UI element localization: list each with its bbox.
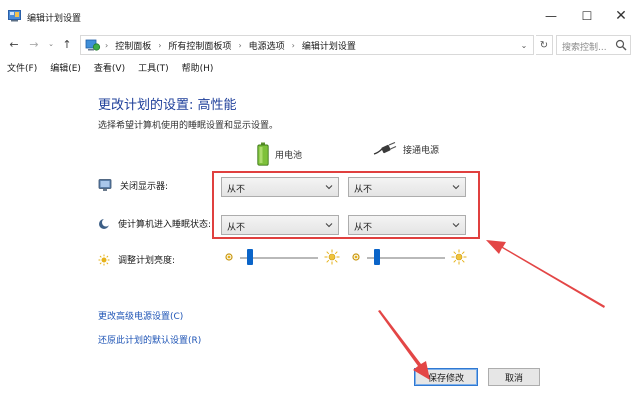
address-bar[interactable]: › 控制面板 › 所有控制面板项 › 电源选项 › 编辑计划设置 ⌄ bbox=[80, 35, 534, 55]
sleep-label: 使计算机进入睡眠状态: bbox=[118, 220, 212, 230]
breadcrumb-separator: › bbox=[105, 41, 109, 50]
brightness-battery-slider[interactable] bbox=[224, 248, 342, 268]
back-button[interactable]: ← bbox=[7, 37, 21, 51]
turn-off-display-row-label: 关闭显示器: bbox=[98, 178, 168, 192]
advanced-power-settings-link[interactable]: 更改高级电源设置(C) bbox=[98, 309, 183, 322]
control-panel-app-icon bbox=[8, 10, 21, 22]
sleep-row-label: 使计算机进入睡眠状态: bbox=[98, 217, 211, 230]
breadcrumb-all-items[interactable]: 所有控制面板项 bbox=[168, 39, 231, 52]
annotation-highlight-box bbox=[212, 171, 480, 239]
menu-file[interactable]: 文件(F) bbox=[7, 60, 37, 78]
sleep-moon-icon bbox=[99, 218, 110, 229]
power-plug-icon bbox=[373, 142, 397, 155]
refresh-button[interactable]: ↻ bbox=[536, 35, 553, 55]
breadcrumb-separator[interactable]: › bbox=[238, 41, 241, 50]
page-title: 更改计划的设置: 高性能 bbox=[98, 98, 237, 113]
battery-icon bbox=[257, 142, 269, 166]
navigation-bar: ← → ⌄ ↑ › 控制面板 › 所有控制面板项 › 电源选项 › 编辑计划设置… bbox=[0, 33, 635, 57]
recent-locations-button[interactable]: ⌄ bbox=[44, 37, 58, 51]
brightness-low-icon bbox=[352, 253, 360, 261]
plugged-column-label: 接通电源 bbox=[403, 145, 440, 156]
breadcrumb-separator[interactable]: › bbox=[158, 41, 161, 50]
breadcrumb-edit-plan[interactable]: 编辑计划设置 bbox=[302, 39, 356, 52]
window-title: 编辑计划设置 bbox=[27, 14, 82, 24]
brightness-high-icon bbox=[451, 249, 467, 265]
turn-off-display-label: 关闭显示器: bbox=[120, 181, 169, 192]
brightness-label: 调整计划亮度: bbox=[118, 256, 176, 266]
plugged-column-header: 接通电源 bbox=[373, 142, 439, 156]
address-history-dropdown[interactable]: ⌄ bbox=[517, 39, 531, 51]
close-button[interactable]: ✕ bbox=[600, 0, 635, 32]
restore-defaults-link[interactable]: 还原此计划的默认设置(R) bbox=[98, 333, 201, 346]
menu-edit[interactable]: 编辑(E) bbox=[50, 60, 81, 78]
search-placeholder: 搜索控制... bbox=[562, 43, 607, 53]
battery-column-header: 用电池 bbox=[257, 142, 302, 166]
monitor-icon bbox=[98, 179, 112, 191]
breadcrumb-separator[interactable]: › bbox=[292, 41, 295, 50]
menu-help[interactable]: 帮助(H) bbox=[182, 60, 214, 78]
save-changes-button[interactable]: 保存修改 bbox=[414, 368, 478, 386]
menu-bar: 文件(F) 编辑(E) 查看(V) 工具(T) 帮助(H) bbox=[0, 60, 635, 78]
brightness-row-label: 调整计划亮度: bbox=[98, 253, 175, 266]
control-panel-icon bbox=[85, 39, 101, 51]
search-icon[interactable] bbox=[615, 39, 627, 51]
menu-tools[interactable]: 工具(T) bbox=[138, 60, 169, 78]
search-box[interactable]: 搜索控制... bbox=[556, 35, 631, 55]
edit-plan-settings-window: 编辑计划设置 — ☐ ✕ ← → ⌄ ↑ › 控制面板 › 所有控制面板项 › … bbox=[0, 0, 635, 407]
breadcrumb: › 控制面板 › 所有控制面板项 › 电源选项 › 编辑计划设置 bbox=[105, 39, 356, 52]
brightness-plugged-slider[interactable] bbox=[351, 248, 469, 268]
battery-column-label: 用电池 bbox=[275, 150, 303, 161]
slider-thumb[interactable] bbox=[374, 249, 381, 265]
cancel-button[interactable]: 取消 bbox=[488, 368, 540, 386]
brightness-low-icon bbox=[225, 253, 233, 261]
brightness-high-icon bbox=[324, 249, 340, 265]
title-bar: 编辑计划设置 — ☐ ✕ bbox=[0, 0, 635, 32]
menu-view[interactable]: 查看(V) bbox=[94, 60, 125, 78]
forward-button[interactable]: → bbox=[27, 37, 41, 51]
up-button[interactable]: ↑ bbox=[60, 37, 74, 51]
breadcrumb-power-options[interactable]: 电源选项 bbox=[249, 39, 285, 52]
brightness-sun-icon bbox=[98, 254, 110, 265]
main-content: 更改计划的设置: 高性能 选择希望计算机使用的睡眠设置和显示设置。 用电池 接通… bbox=[0, 80, 635, 407]
page-subtitle: 选择希望计算机使用的睡眠设置和显示设置。 bbox=[98, 121, 279, 131]
breadcrumb-control-panel[interactable]: 控制面板 bbox=[115, 39, 151, 52]
slider-thumb[interactable] bbox=[247, 249, 254, 265]
